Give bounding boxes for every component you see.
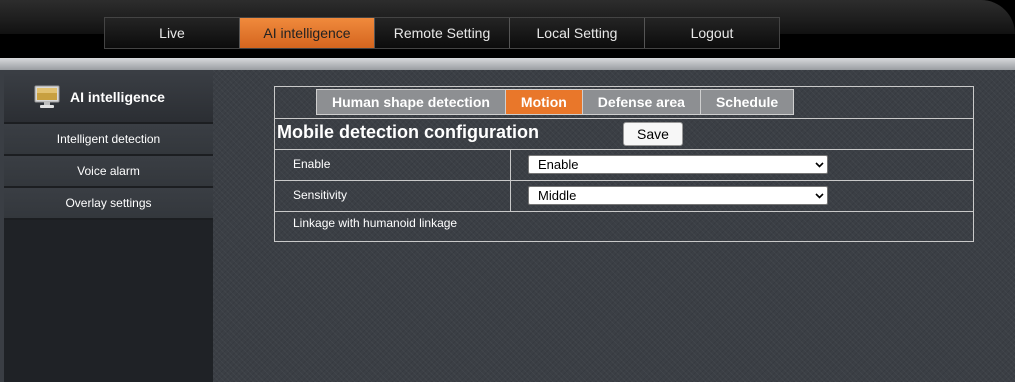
row-divider <box>275 180 973 181</box>
row-divider <box>275 149 973 150</box>
tab-defense-area[interactable]: Defense area <box>581 89 701 115</box>
nav-tab-remote-setting[interactable]: Remote Setting <box>375 18 510 48</box>
divider-bar <box>0 58 1015 70</box>
chevron-down-icon <box>815 162 824 168</box>
nav-tab-ai-intelligence[interactable]: AI intelligence <box>240 18 375 48</box>
config-panel: Human shape detection Motion Defense are… <box>274 86 974 242</box>
tab-motion[interactable]: Motion <box>504 89 583 115</box>
enable-select-value: Enable <box>538 157 579 172</box>
sidebar: AI intelligence Intelligent detection Vo… <box>4 72 213 382</box>
sidebar-item-overlay-settings[interactable]: Overlay settings <box>4 188 213 220</box>
chevron-down-icon <box>815 193 824 199</box>
sub-tabs: Human shape detection Motion Defense are… <box>316 89 795 115</box>
main-nav: Live AI intelligence Remote Setting Loca… <box>104 17 780 49</box>
tab-schedule[interactable]: Schedule <box>699 89 795 115</box>
monitor-icon <box>34 85 60 108</box>
top-bar: Live AI intelligence Remote Setting Loca… <box>0 0 1015 58</box>
sidebar-title: AI intelligence <box>70 89 165 105</box>
linkage-label: Linkage with humanoid linkage <box>293 216 458 230</box>
page-title: Mobile detection configuration <box>277 122 539 142</box>
sidebar-header: AI intelligence <box>4 72 213 124</box>
column-divider <box>510 149 511 180</box>
sensitivity-label: Sensitivity <box>293 188 348 202</box>
row-divider <box>275 211 973 212</box>
sidebar-item-voice-alarm[interactable]: Voice alarm <box>4 156 213 188</box>
main-content: Human shape detection Motion Defense are… <box>213 70 1015 382</box>
enable-label: Enable <box>293 157 331 171</box>
sidebar-item-intelligent-detection[interactable]: Intelligent detection <box>4 124 213 156</box>
nav-tab-logout[interactable]: Logout <box>645 18 779 48</box>
nav-tab-local-setting[interactable]: Local Setting <box>510 18 645 48</box>
enable-select[interactable]: Enable <box>528 155 828 174</box>
sensitivity-select[interactable]: Middle <box>528 186 828 205</box>
row-divider <box>275 118 973 119</box>
save-button[interactable]: Save <box>623 122 683 146</box>
column-divider <box>510 180 511 211</box>
sidebar-empty-area <box>4 220 213 382</box>
sensitivity-select-value: Middle <box>538 188 577 203</box>
tab-human-shape-detection[interactable]: Human shape detection <box>316 89 506 115</box>
nav-tab-live[interactable]: Live <box>105 18 240 48</box>
